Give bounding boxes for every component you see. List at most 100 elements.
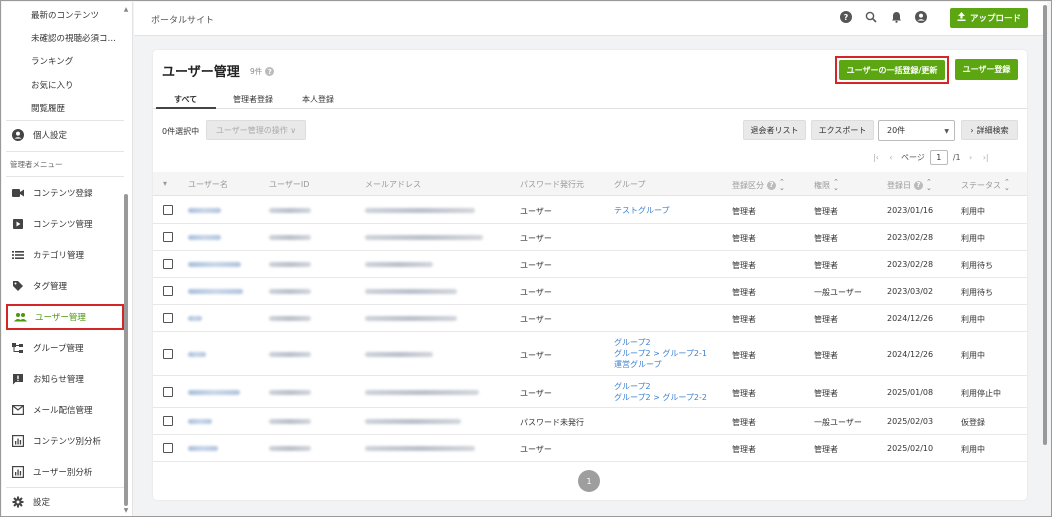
prev-page-icon[interactable]: ‹ [886,153,896,162]
sidebar-item-user-analytics[interactable]: ユーザー別分析 [6,459,124,485]
role: 管理者 [814,261,838,270]
blurred-username[interactable] [188,235,221,240]
row-checkbox[interactable] [163,232,173,242]
table-row[interactable]: ユーザー 管理者 管理者 2023/02/28 利用中 [153,224,1027,251]
sidebar-item-settings[interactable]: 設定 [6,489,124,515]
sidebar-item-latest[interactable]: 最新のコンテンツ [31,8,121,24]
password-issuer: ユーザー [520,445,552,454]
col-role[interactable]: 権限 ⌃ ⌄ [814,179,839,192]
tab-admin-registered[interactable]: 管理者登録 [233,94,273,105]
row-checkbox[interactable] [163,259,173,269]
group-link[interactable]: グループ2 [614,337,651,348]
sidebar-item-user-manage[interactable]: ユーザー管理 [6,304,124,330]
table-row[interactable]: ユーザー グループ2 グループ2 > グループ2-1 運営グループ 管理者 管理… [153,332,1027,376]
sidebar-item-mail[interactable]: メール配信管理 [6,397,124,423]
detail-search-button[interactable]: › 詳細検索 [961,120,1018,140]
sidebar-item-favorites[interactable]: お気に入り [31,78,121,94]
table-row[interactable]: パスワード未発行 管理者 一般ユーザー 2025/02/03 仮登録 [153,408,1027,435]
blurred-userid [269,352,311,357]
sidebar-scrollbar[interactable]: ▲ ▼ [122,2,130,516]
group-link[interactable]: グループ2 > グループ2-1 [614,348,707,359]
last-page-icon[interactable]: ›| [981,153,991,162]
group-link[interactable]: テストグループ [614,205,670,216]
sidebar-item-group[interactable]: グループ管理 [6,335,124,361]
upload-button[interactable]: アップロード [950,8,1028,28]
next-page-icon[interactable]: › [966,153,976,162]
bulk-register-button[interactable]: ユーザーの一括登録/更新 [839,60,945,80]
tab-self-registered[interactable]: 本人登録 [302,94,334,105]
help-icon[interactable]: ? [839,10,853,24]
blurred-username[interactable] [188,262,241,267]
scrollbar-thumb[interactable] [124,194,128,506]
sidebar-item-category[interactable]: カテゴリ管理 [6,242,124,268]
sidebar-item-history[interactable]: 閲覧履歴 [31,101,121,117]
sort-icon[interactable]: ⌃ ⌄ [833,179,839,192]
search-icon[interactable] [864,10,878,24]
user-ops-dropdown[interactable]: ユーザー管理の操作 ∨ [206,120,306,140]
reg-kind: 管理者 [732,418,756,427]
status: 利用中 [961,315,985,324]
blurred-username[interactable] [188,289,243,294]
blurred-username[interactable] [188,446,218,451]
sidebar-item-content-register[interactable]: コンテンツ登録 [6,180,124,206]
group-link[interactable]: グループ2 > グループ2-2 [614,392,707,403]
row-checkbox[interactable] [163,416,173,426]
user-management-card: ユーザー管理 9件 ? ユーザーの一括登録/更新 ユーザー登録 すべて 管理者登… [153,50,1027,500]
row-checkbox[interactable] [163,443,173,453]
help-icon[interactable]: ? [767,180,776,190]
sidebar-item-content-analytics[interactable]: コンテンツ別分析 [6,428,124,454]
table-row[interactable]: ユーザー 管理者 一般ユーザー 2023/03/02 利用待ち [153,278,1027,305]
sidebar-item-tag[interactable]: タグ管理 [6,273,124,299]
row-checkbox[interactable] [163,286,173,296]
sidebar-item-personal[interactable]: 個人設定 [6,122,124,148]
row-checkbox[interactable] [163,313,173,323]
sort-icon[interactable]: ⌃ ⌄ [1004,179,1010,192]
blurred-username[interactable] [188,208,221,213]
row-checkbox[interactable] [163,349,173,359]
account-icon[interactable] [914,10,928,24]
status: 利用待ち [961,288,993,297]
export-button[interactable]: エクスポート [811,120,874,140]
help-icon[interactable]: ? [265,67,275,76]
table-row[interactable]: ユーザー 管理者 管理者 2025/02/10 利用中 [153,435,1027,462]
scroll-up-icon[interactable]: ▲ [122,6,130,13]
sort-icon[interactable]: ⌃ ⌄ [926,179,932,192]
help-icon[interactable]: ? [914,180,923,190]
tab-all[interactable]: すべて [174,94,197,105]
sidebar-item-ranking[interactable]: ランキング [31,54,121,70]
sidebar-item-label: カテゴリ管理 [33,251,85,261]
sidebar-item-content-manage[interactable]: コンテンツ管理 [6,211,124,237]
row-checkbox[interactable] [163,205,173,215]
user-register-button[interactable]: ユーザー登録 [955,59,1018,80]
col-status[interactable]: ステータス ⌃ ⌄ [961,179,1010,192]
select-all-caret-icon[interactable]: ▾ [163,179,167,188]
blurred-username[interactable] [188,419,212,424]
page-number-input[interactable]: 1 [929,149,948,165]
blurred-username[interactable] [188,316,202,321]
site-title[interactable]: ポータルサイト [151,13,214,26]
table-row[interactable]: ユーザー グループ2 グループ2 > グループ2-2 管理者 管理者 2025/… [153,376,1027,408]
col-reg-date[interactable]: 登録日? ⌃ ⌄ [887,179,932,192]
withdrawn-list-button[interactable]: 退会者リスト [743,120,806,140]
blurred-username[interactable] [188,390,240,395]
first-page-icon[interactable]: |‹ [871,153,881,162]
group-link[interactable]: グループ2 [614,381,651,392]
per-page-select[interactable]: 20件 ▼ [878,120,955,141]
sidebar-item-notice[interactable]: お知らせ管理 [6,366,124,392]
scroll-down-icon[interactable]: ▼ [122,507,130,514]
blurred-email [365,419,461,424]
table-row[interactable]: ユーザー 管理者 管理者 2023/02/28 利用待ち [153,251,1027,278]
sort-icon[interactable]: ⌃ ⌄ [779,179,785,192]
sidebar-item-label: コンテンツ登録 [33,189,93,199]
main-scrollbar[interactable] [1043,5,1047,445]
col-reg-kind[interactable]: 登録区分? ⌃ ⌄ [732,179,785,192]
sidebar-item-unconfirmed[interactable]: 未確認の視聴必須コン… [31,31,121,47]
table-row[interactable]: ユーザー テストグループ 管理者 管理者 2023/01/16 利用中 [153,197,1027,224]
bell-icon[interactable] [889,10,903,24]
group-link[interactable]: 運営グループ [614,359,662,370]
table-row[interactable]: ユーザー 管理者 管理者 2024/12/26 利用中 [153,305,1027,332]
row-checkbox[interactable] [163,387,173,397]
blurred-username[interactable] [188,352,206,357]
page-button[interactable]: 1 [578,470,600,492]
user-count: 9件 ? [250,66,275,77]
